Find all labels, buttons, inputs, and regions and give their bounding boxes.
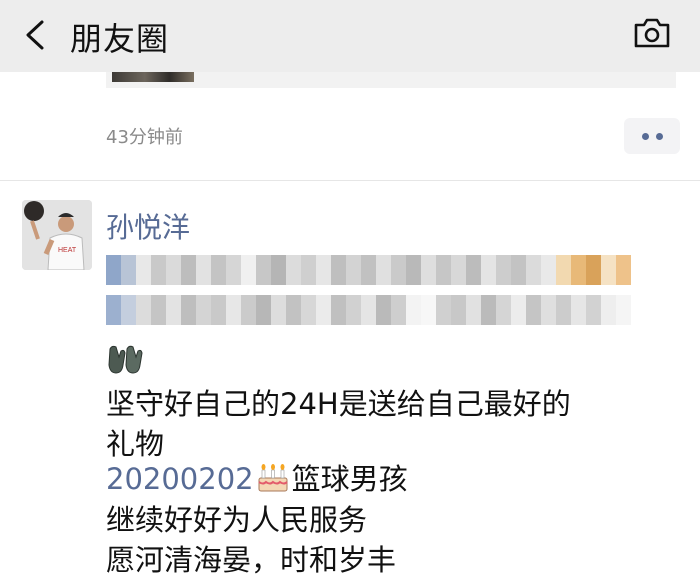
post-text-line: 坚守好自己的24H是送给自己最好的 [106,387,571,421]
avatar-image: HEAT [22,200,92,270]
pixelated-text-block [106,255,636,335]
birthday-cake-icon [256,460,290,494]
post-divider [0,180,700,181]
post-text-line: 愿河清海晏，时和岁丰 [106,543,397,577]
post-timestamp: 43分钟前 [106,127,183,148]
more-dot-icon [655,132,663,140]
chevron-left-icon [26,20,44,50]
pixelated-row [106,295,636,325]
previous-post [0,72,700,182]
gloves-icon [106,343,146,375]
post-text-fragment: 篮球男孩 [291,462,408,496]
svg-text:HEAT: HEAT [58,247,77,254]
camera-icon [634,18,670,48]
back-button[interactable] [22,18,52,52]
page-title: 朋友圈 [70,20,170,58]
post-text-line: 继续好好为人民服务 [106,503,368,537]
post-text-line: 20200202 篮球男孩 [106,456,408,498]
avatar[interactable]: HEAT [22,200,92,270]
more-dot-icon [641,132,649,140]
top-nav-bar: 朋友圈 [0,0,700,72]
post-author-name[interactable]: 孙悦洋 [106,206,190,246]
camera-button[interactable] [632,16,672,50]
more-actions-button[interactable] [624,118,680,154]
date-link[interactable]: 20200202 [106,462,254,496]
previous-post-thumbnail[interactable] [112,72,194,82]
pixelated-row [106,255,631,285]
